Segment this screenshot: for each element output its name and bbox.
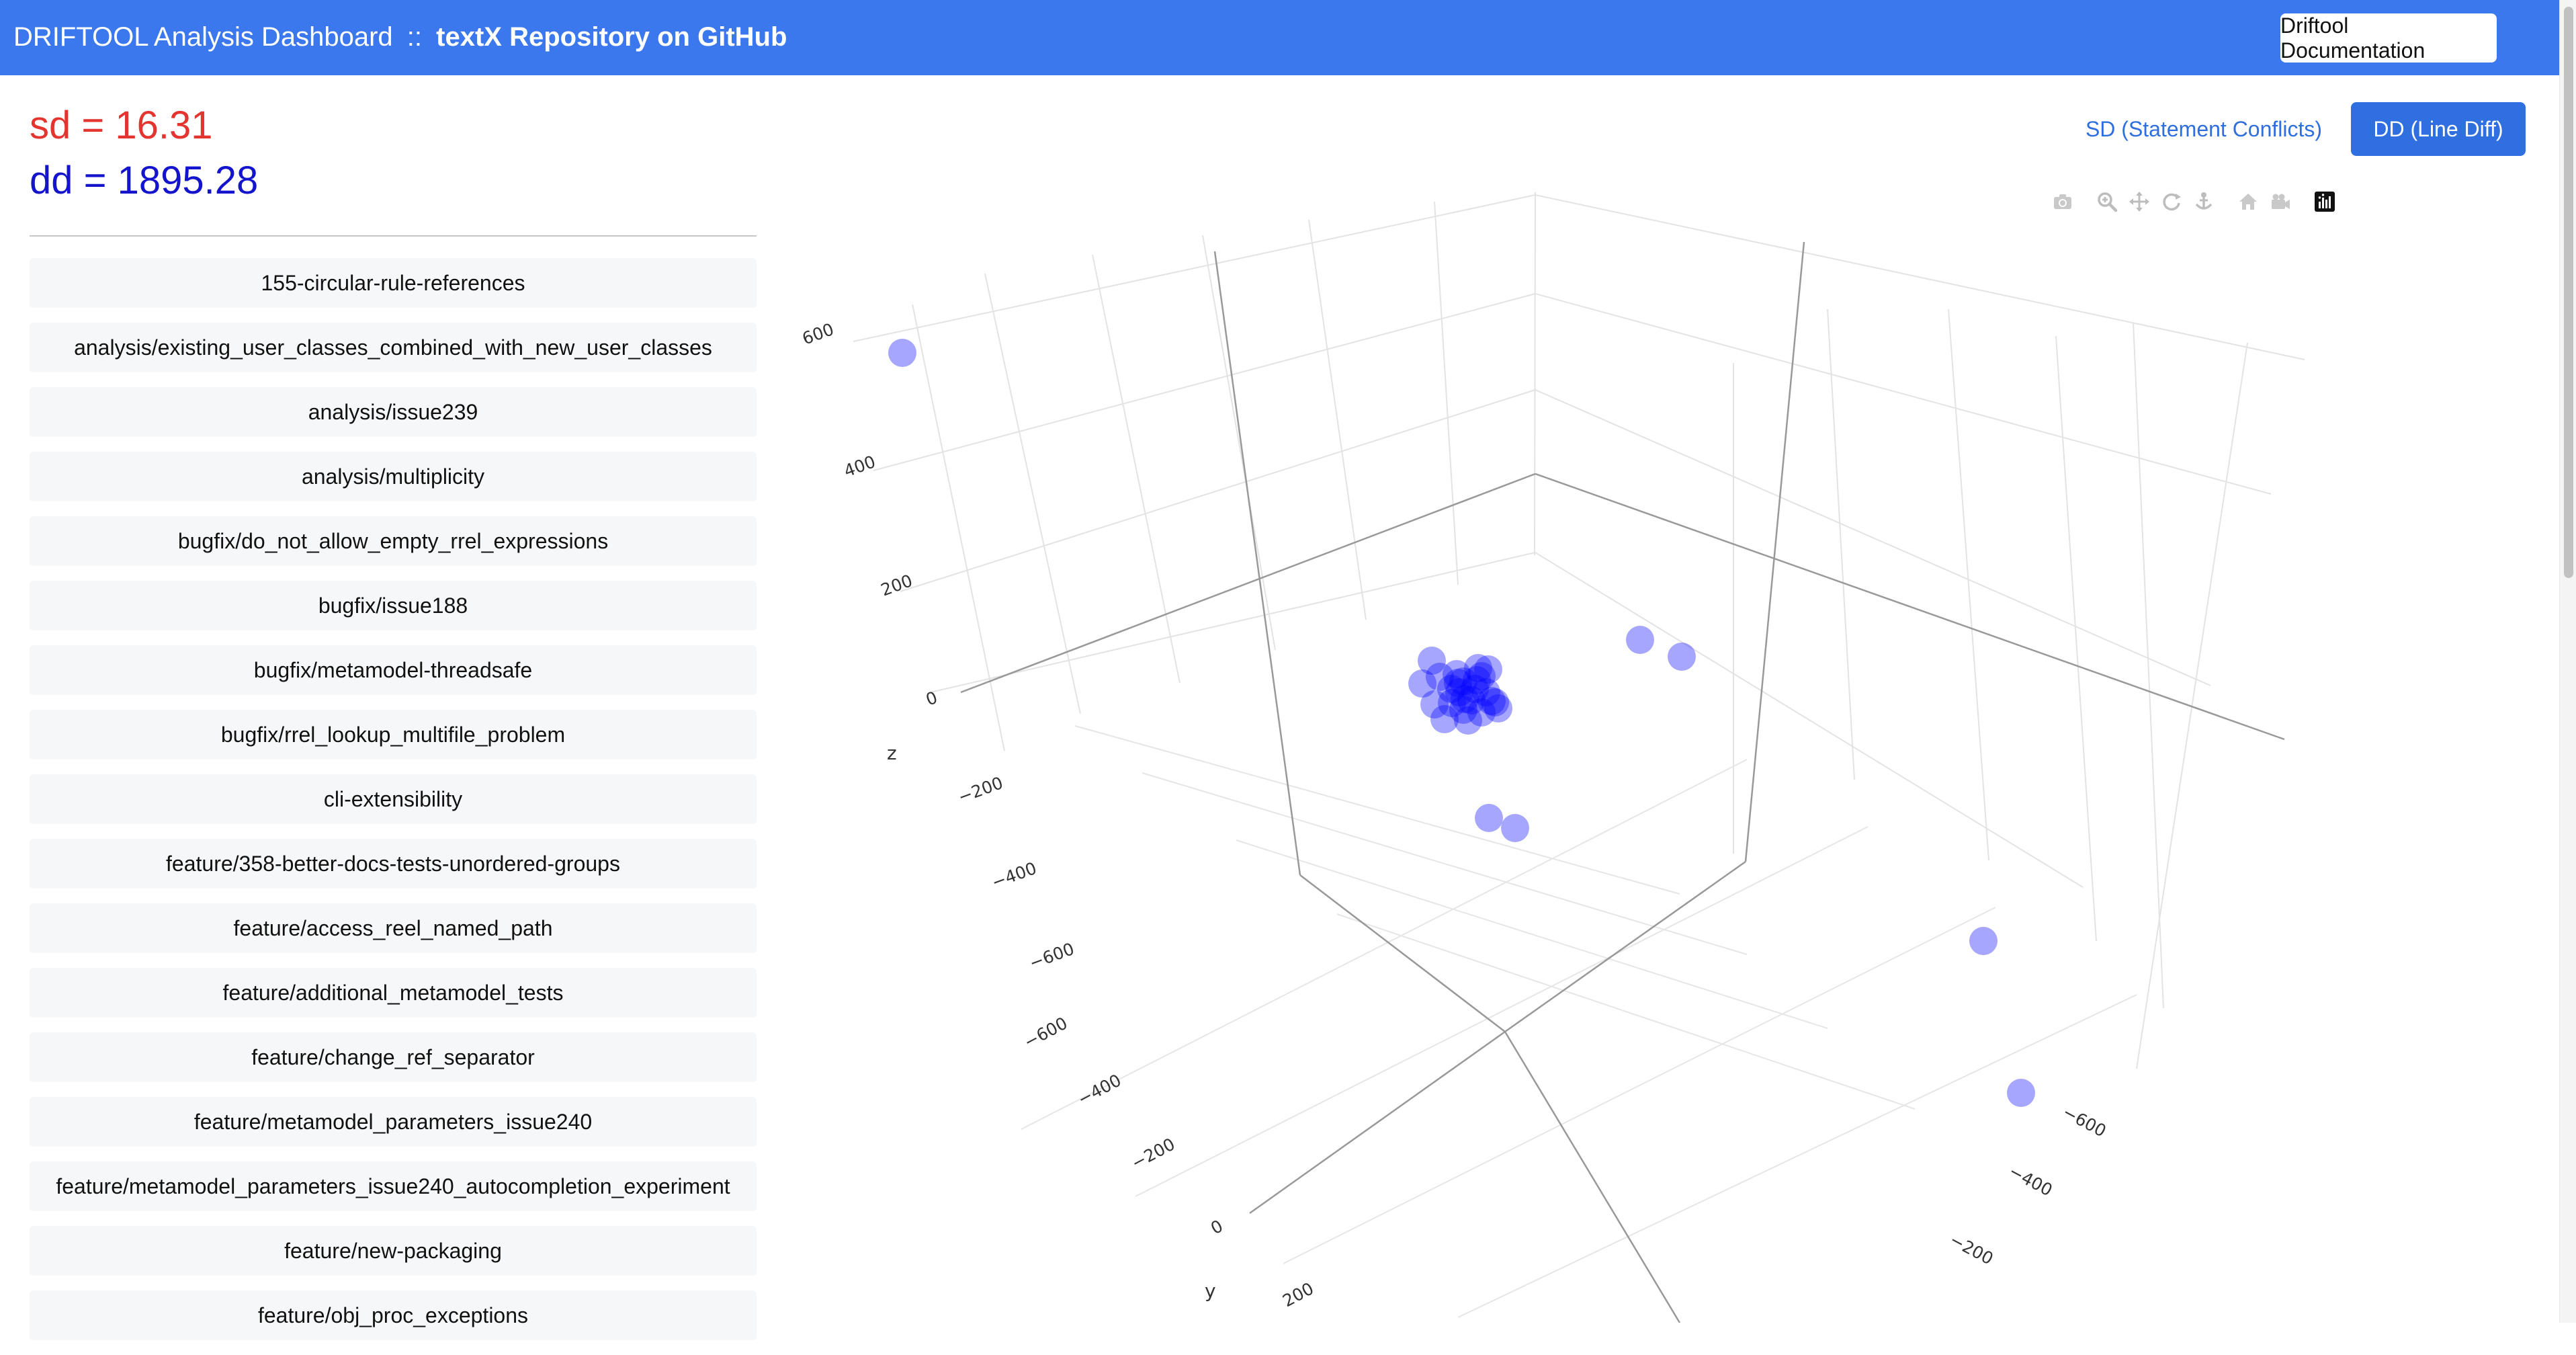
z-axis-title: z — [887, 742, 897, 764]
grid-line — [1074, 725, 1680, 895]
branch-item[interactable]: feature/metamodel_parameters_issue240_au… — [30, 1161, 757, 1211]
grid-line — [912, 304, 1005, 751]
x-tick-label: −200 — [1946, 1230, 1996, 1269]
plot-modebar — [2047, 188, 2341, 215]
plotly-logo-icon[interactable] — [2309, 188, 2341, 215]
pan-icon[interactable] — [2123, 188, 2155, 215]
grid-line — [1283, 907, 1996, 1264]
branch-item[interactable]: feature/additional_metamodel_tests — [30, 968, 757, 1018]
orbit-icon[interactable] — [2155, 188, 2188, 215]
divider — [30, 235, 757, 237]
grid-line — [1135, 826, 1869, 1197]
x-tick-label: −400 — [2006, 1161, 2055, 1200]
z-tick-label: 400 — [841, 452, 878, 481]
z-tick-label: 600 — [800, 319, 836, 349]
grid-line — [1535, 552, 2084, 888]
default-view-icon[interactable] — [2264, 188, 2296, 215]
home-icon[interactable] — [2232, 188, 2264, 215]
data-point[interactable] — [1475, 804, 1503, 832]
grid-line — [1434, 201, 1459, 585]
branch-item[interactable]: feature/358-better-docs-tests-unordered-… — [30, 839, 757, 889]
grid-line — [1535, 293, 2272, 495]
branch-item[interactable]: bugfix/rrel_lookup_multifile_problem — [30, 710, 757, 759]
data-point[interactable] — [1969, 927, 1998, 955]
grid-line — [1948, 309, 1989, 861]
grid-lines — [853, 192, 2305, 1318]
branch-item[interactable]: feature/change_ref_separator — [30, 1032, 757, 1082]
page-scrollbar[interactable] — [2559, 0, 2576, 1323]
branch-item[interactable]: 155-circular-rule-references — [30, 258, 757, 308]
branch-item[interactable]: analysis/issue239 — [30, 387, 757, 437]
data-point[interactable] — [1481, 688, 1509, 716]
zoom-icon[interactable] — [2091, 188, 2123, 215]
branch-item[interactable]: feature/obj_proc_exceptions — [30, 1290, 757, 1340]
grid-line — [984, 273, 1081, 714]
grid-line — [1336, 913, 1916, 1110]
branch-item[interactable]: cli-extensibility — [30, 774, 757, 824]
data-point[interactable] — [888, 339, 916, 367]
turntable-icon[interactable] — [2188, 188, 2220, 215]
grid-line — [873, 293, 1536, 471]
repo-title: textX Repository on GitHub — [436, 22, 787, 52]
x-tick-label: −600 — [2059, 1102, 2109, 1141]
axis-line — [1504, 1031, 1681, 1323]
documentation-button[interactable]: Driftool Documentation — [2280, 13, 2497, 63]
scatter-3d-svg[interactable]: 6004002000−200−400−600−600−400−2000200−6… — [779, 168, 2378, 1323]
data-point[interactable] — [1626, 626, 1654, 654]
scatter-3d-plot[interactable]: 600 400 200 0 −200 −400 −600 −600 −400 −200 0 200 −6… — [779, 168, 2378, 1323]
grid-line — [900, 389, 1536, 592]
axis-line — [1213, 251, 1301, 876]
grid-line — [1142, 772, 1748, 955]
grid-line — [1457, 994, 2137, 1318]
branch-item[interactable]: feature/new-packaging — [30, 1226, 757, 1276]
grid-line — [1202, 235, 1276, 651]
grid-line — [2133, 322, 2164, 1009]
grid-line — [1308, 219, 1367, 620]
axis-line — [1535, 473, 2285, 741]
app-title: DRIFTOOL Analysis Dashboard :: textX Rep… — [13, 20, 787, 54]
dd-metric: dd = 1895.28 — [30, 159, 259, 202]
data-point[interactable] — [1444, 669, 1472, 697]
app-title-separator: :: — [406, 22, 423, 52]
axis-line — [960, 473, 1536, 694]
camera-icon[interactable] — [2047, 188, 2079, 215]
branch-item[interactable]: feature/access_reel_named_path — [30, 903, 757, 953]
branch-item[interactable]: bugfix/issue188 — [30, 581, 757, 630]
axis-line — [1249, 1030, 1506, 1215]
axis-line — [1504, 860, 1746, 1033]
y-tick-label: −200 — [1128, 1134, 1178, 1173]
branch-item[interactable]: bugfix/do_not_allow_empty_rrel_expressio… — [30, 516, 757, 566]
y-tick-label: 0 — [1207, 1216, 1226, 1238]
tab-sd-statement-conflicts[interactable]: SD (Statement Conflicts) — [2069, 102, 2338, 156]
y-tick-label: 200 — [1279, 1278, 1317, 1311]
tab-dd-line-diff[interactable]: DD (Line Diff) — [2351, 102, 2526, 156]
grid-line — [1535, 194, 2305, 360]
top-navbar: DRIFTOOL Analysis Dashboard :: textX Rep… — [0, 0, 2560, 75]
sd-metric: sd = 16.31 — [30, 104, 213, 147]
data-point[interactable] — [2007, 1079, 2035, 1107]
tick-labels: 6004002000−200−400−600−600−400−2000200−6… — [800, 319, 2109, 1311]
data-points[interactable] — [888, 339, 2035, 1107]
scrollbar-thumb[interactable] — [2564, 7, 2573, 578]
z-tick-label: −600 — [1027, 939, 1076, 973]
z-tick-label: 200 — [878, 571, 915, 600]
grid-line — [1092, 254, 1180, 684]
branch-item[interactable]: analysis/existing_user_classes_combined_… — [30, 323, 757, 372]
y-axis-title: y — [1205, 1280, 1216, 1302]
branch-item[interactable]: bugfix/metamodel-threadsafe — [30, 645, 757, 695]
branch-item[interactable]: analysis/multiplicity — [30, 452, 757, 501]
data-point[interactable] — [1668, 643, 1696, 671]
app-title-prefix: DRIFTOOL Analysis Dashboard — [13, 22, 393, 52]
z-tick-label: −200 — [955, 773, 1005, 807]
data-point[interactable] — [1501, 814, 1529, 842]
y-tick-label: −400 — [1074, 1070, 1124, 1109]
y-tick-label: −600 — [1021, 1013, 1070, 1052]
branch-list: 155-circular-rule-references analysis/ex… — [30, 258, 757, 1355]
z-tick-label: −400 — [989, 858, 1039, 893]
branch-item[interactable]: feature/metamodel_parameters_issue240 — [30, 1097, 757, 1147]
grid-line — [1021, 759, 1748, 1130]
grid-line — [2055, 335, 2097, 942]
grid-line — [853, 194, 1536, 342]
